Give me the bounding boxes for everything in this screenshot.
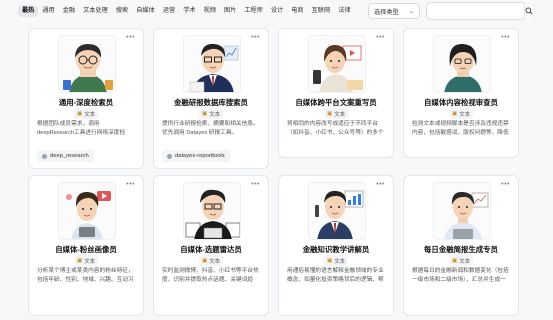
avatar <box>308 182 366 240</box>
document-icon: ▣ <box>327 110 333 117</box>
category-filters: 最热 通用 金融 文本处理 搜索 自媒体 运营 学术 视频 图片 工程师 设计 … <box>18 3 355 19</box>
tag-label: 文本 <box>334 258 345 265</box>
type-tag: ▣ 文本 <box>199 108 223 119</box>
filter-chip[interactable]: 通用 <box>38 5 58 17</box>
more-options-icon[interactable]: ••• <box>251 181 260 188</box>
tool-chip[interactable]: datayes-reporttools <box>162 150 230 162</box>
avatar <box>433 182 491 240</box>
top-bar: 最热 通用 金融 文本处理 搜索 自媒体 运营 学术 视频 图片 工程师 设计 … <box>0 0 553 22</box>
filter-chip[interactable]: 自媒体 <box>132 5 159 17</box>
type-tag: ▣ 文本 <box>449 108 473 119</box>
avatar <box>433 35 491 93</box>
card-description: 将相同的内容改写成适应于不同平台（如抖音、小红书、公众号等）的多个版本，… <box>287 121 384 136</box>
avatar <box>183 182 241 240</box>
filter-chip[interactable]: 运营 <box>159 5 179 17</box>
filter-chip[interactable]: 设计 <box>267 5 287 17</box>
agent-card[interactable]: ••• 自媒体内容检视审查员 ▣ 文本 检测文本或视频脚本是否涉及违规违禁内容，包… <box>403 28 519 158</box>
card-description: 用通俗易懂的语言解释金融领域的专业概念，如量化投资策略背后的逻辑，帮助用户… <box>287 268 384 283</box>
card-title: 通用-深度检索员 <box>58 98 114 107</box>
document-icon: ▣ <box>77 110 83 117</box>
agent-card[interactable]: ••• 通用-深度检索员 ▣ 文本 根据团队成员需求，调用deepResearch… <box>28 28 144 169</box>
more-options-icon[interactable]: ••• <box>126 34 135 41</box>
tag-label: 文本 <box>84 258 95 265</box>
filter-chip[interactable]: 电商 <box>287 5 307 17</box>
filter-chip[interactable]: 互联网 <box>308 5 335 17</box>
filter-chip[interactable]: 法律 <box>334 5 354 17</box>
card-title: 自媒体-粉丝画像员 <box>55 245 117 254</box>
avatar <box>58 182 116 240</box>
tag-label: 文本 <box>84 111 95 118</box>
card-title: 金融研报数据库搜索员 <box>174 98 248 107</box>
card-description: 根据团队成员需求，调用deepResearch工具进行网络深度检索，并精准助核素… <box>37 121 126 136</box>
card-title: 自媒体跨平台文案重写员 <box>295 98 377 107</box>
agent-card[interactable]: ••• 自媒体-粉丝画像员 ▣ 文本 分析某个博主或某类内容的粉丝特征，包括年龄、… <box>28 175 144 316</box>
type-tag: ▣ 文本 <box>199 255 223 266</box>
search-box <box>426 2 533 20</box>
search-input[interactable] <box>427 3 524 19</box>
card-title: 金融知识教学讲解员 <box>302 245 370 254</box>
document-icon: ▣ <box>327 257 333 264</box>
more-options-icon[interactable]: ••• <box>251 34 260 41</box>
avatar <box>58 35 116 93</box>
more-options-icon[interactable]: ••• <box>501 34 510 41</box>
type-tag: ▣ 文本 <box>324 108 348 119</box>
document-icon: ▣ <box>202 110 208 117</box>
card-description: 实时监测微博、抖音、小红书等平台热度，识别并提取热点话题、关键词趋势… <box>162 268 259 283</box>
tag-label: 文本 <box>209 111 220 118</box>
agent-card[interactable]: ••• 自媒体跨平台文案重写员 ▣ 文本 将相同的内容改写成适应于不同平台（如抖音… <box>278 28 394 158</box>
document-icon: ▣ <box>77 257 83 264</box>
more-options-icon[interactable]: ••• <box>376 181 385 188</box>
agent-card[interactable]: ••• 金融知识教学讲解员 ▣ 文本 用通俗易懂的语言解释金融领域的专业概念，如… <box>278 175 394 316</box>
card-description: 提供行业研报检索、摘要和相关信息。优先调用 Datayes 研报工具。 <box>162 121 259 136</box>
filter-chip[interactable]: 文本处理 <box>79 5 112 17</box>
avatar <box>183 35 241 93</box>
type-tag: ▣ 文本 <box>449 255 473 266</box>
tag-label: 文本 <box>334 111 345 118</box>
document-icon: ▣ <box>452 110 458 117</box>
card-description: 根据每日的金融新闻和数据变化（包括一级市场和二级市场），汇总并生成一页简… <box>412 268 509 283</box>
filter-chip[interactable]: 工程师 <box>240 5 267 17</box>
filter-chip[interactable]: 学术 <box>179 5 199 17</box>
more-options-icon[interactable]: ••• <box>376 34 385 41</box>
tag-label: 文本 <box>209 258 220 265</box>
tool-label: datayes-reporttools <box>175 153 225 159</box>
document-icon: ▣ <box>452 257 458 264</box>
tool-label: deep_research <box>50 153 89 159</box>
filter-chip[interactable]: 图片 <box>220 5 240 17</box>
type-tag: ▣ 文本 <box>324 255 348 266</box>
type-tag: ▣ 文本 <box>74 255 98 266</box>
search-button[interactable] <box>524 3 533 19</box>
card-title: 自媒体-选题雷达员 <box>180 245 242 254</box>
tool-icon <box>167 153 172 159</box>
card-description: 检测文本或视频脚本是否涉及违规违禁内容，包括敏感词、版权问题等，降低封… <box>412 121 509 136</box>
filter-chip[interactable]: 金融 <box>59 5 79 17</box>
chevron-down-icon: ⌄ <box>408 8 414 15</box>
card-description: 分析某个博主或某类内容的粉丝特征，包括年龄、性别、地域、兴趣、互动习惯… <box>37 268 134 283</box>
card-title: 自媒体内容检视审查员 <box>424 98 498 107</box>
agent-card-grid: ••• 通用-深度检索员 ▣ 文本 根据团队成员需求，调用deepResearch… <box>28 28 520 316</box>
avatar <box>308 35 366 93</box>
document-icon: ▣ <box>202 257 208 264</box>
card-title: 每日金融简报生成专员 <box>424 245 498 254</box>
type-tag: ▣ 文本 <box>74 108 98 119</box>
agent-card[interactable]: ••• 每日金融简报生成专员 ▣ 文本 根据每日的金融新闻和数据变化（包括一级市场… <box>403 175 519 316</box>
agent-card[interactable]: ••• 金融研报数据库搜索员 ▣ 文本 提供行业研报检索、摘要和相关信息。优先调用… <box>153 28 269 169</box>
agent-card[interactable]: ••• 自媒体-选题雷达员 ▣ 文本 实时监测微博、抖音、小红书等平台热度，识别并… <box>153 175 269 316</box>
tag-label: 文本 <box>459 258 470 265</box>
more-options-icon[interactable]: ••• <box>501 181 510 188</box>
tag-label: 文本 <box>459 111 470 118</box>
tool-icon <box>42 153 47 159</box>
more-options-icon[interactable]: ••• <box>126 181 135 188</box>
type-select[interactable]: 选择类型 ⌄ <box>368 3 420 19</box>
filter-chip[interactable]: 视频 <box>200 5 220 17</box>
filter-chip[interactable]: 最热 <box>18 4 39 18</box>
tool-chip[interactable]: deep_research <box>37 150 94 162</box>
type-select-value: 选择类型 <box>374 8 399 16</box>
search-icon <box>525 7 533 15</box>
filter-chip[interactable]: 搜索 <box>112 5 132 17</box>
